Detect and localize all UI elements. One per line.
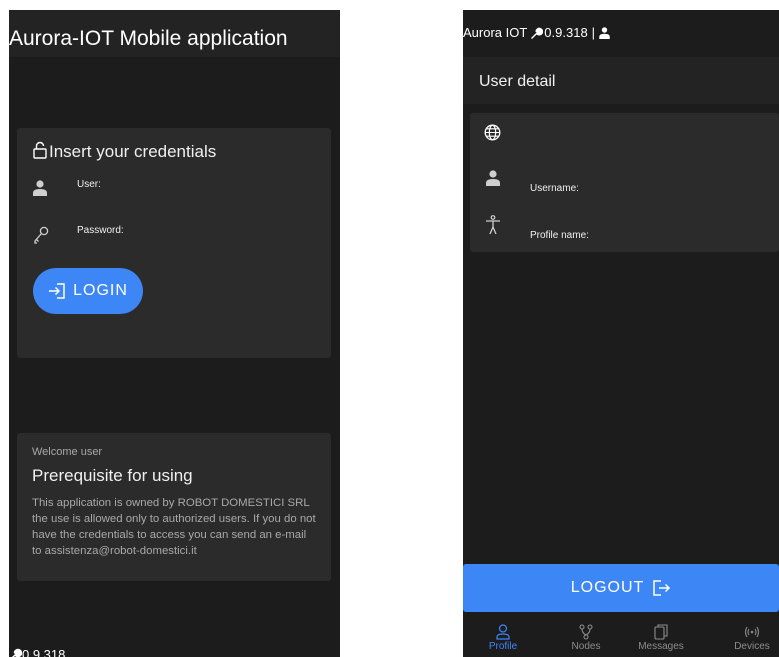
welcome-card: Welcome user Prerequisite for using This…	[17, 433, 331, 581]
status-header: Aurora IOT 0.9.318 |	[463, 10, 779, 57]
user-label: User:	[77, 179, 101, 190]
nav-profile-label: Profile	[488, 641, 518, 652]
logout-button[interactable]: LOGOUT	[463, 564, 779, 612]
welcome-heading: Prerequisite for using	[32, 466, 193, 485]
profile-screen: Aurora IOT 0.9.318 | User detail Usernam…	[463, 10, 779, 657]
nav-nodes[interactable]: Nodes	[551, 624, 621, 652]
person-icon	[599, 26, 610, 39]
login-icon	[49, 283, 65, 299]
profile-nav-icon	[496, 624, 510, 640]
header-title: Aurora IOT 0.9.318 |	[463, 25, 610, 40]
login-app-bar: Aurora-IOT Mobile application	[9, 10, 340, 57]
app-title: Aurora-IOT Mobile application	[9, 27, 288, 50]
lock-icon	[33, 141, 47, 159]
nav-devices[interactable]: Devices	[717, 624, 779, 652]
nodes-nav-icon	[579, 624, 593, 640]
nav-profile[interactable]: Profile	[468, 624, 538, 652]
person-icon	[33, 180, 47, 196]
section-header: User detail	[463, 57, 779, 104]
nav-devices-label: Devices	[734, 641, 770, 652]
profile-name-label: Profile name:	[530, 230, 589, 241]
version-text: 0.9.318	[22, 647, 66, 657]
devices-nav-icon	[744, 626, 760, 638]
version-footer: 0.9.318	[9, 647, 65, 657]
logout-button-label: LOGOUT	[570, 579, 645, 596]
nav-messages-label: Messages	[638, 641, 684, 652]
person-icon	[486, 170, 500, 186]
wrench-icon	[531, 27, 544, 39]
username-label: Username:	[530, 183, 579, 194]
credentials-title: Insert your credentials	[49, 142, 217, 161]
globe-icon	[484, 124, 501, 141]
logout-icon	[653, 580, 671, 596]
welcome-small-text: Welcome user	[32, 446, 103, 458]
section-title: User detail	[479, 73, 556, 90]
accessibility-icon	[486, 215, 500, 235]
key-icon	[34, 226, 49, 244]
nav-messages[interactable]: Messages	[626, 624, 696, 652]
nav-nodes-label: Nodes	[571, 641, 601, 652]
header-separator: |	[591, 25, 596, 40]
header-prefix: Aurora IOT	[463, 25, 528, 40]
login-button-label: LOGIN	[73, 282, 128, 299]
user-input[interactable]	[77, 192, 317, 210]
password-label: Password:	[77, 225, 124, 236]
login-screen: Aurora-IOT Mobile application Insert you…	[9, 10, 340, 657]
wrench-icon	[11, 648, 22, 657]
password-input[interactable]	[77, 238, 317, 256]
header-version: 0.9.318	[544, 25, 588, 40]
messages-nav-icon	[654, 624, 668, 640]
credentials-card: Insert your credentials User: Password: …	[17, 128, 331, 358]
user-detail-card: Username: Profile name:	[470, 113, 779, 252]
welcome-body: This application is owned by ROBOT DOMES…	[32, 497, 316, 557]
login-button[interactable]: LOGIN	[33, 268, 143, 314]
